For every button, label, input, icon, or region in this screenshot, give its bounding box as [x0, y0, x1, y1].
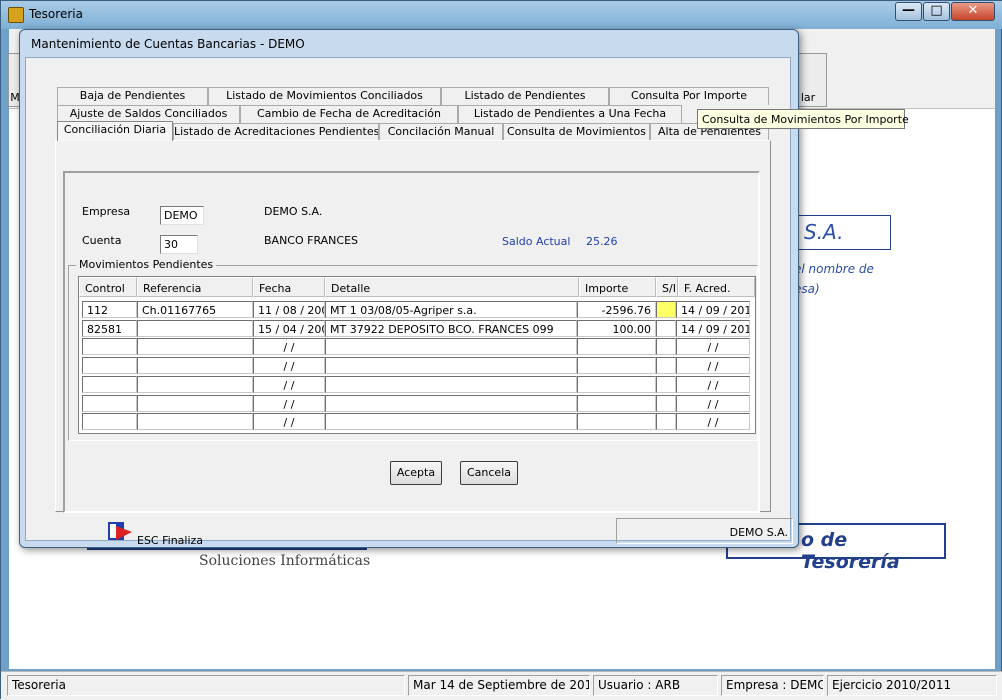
status-ejercicio: Ejercicio 2010/2011 — [827, 675, 997, 696]
cell-control[interactable] — [82, 357, 137, 375]
si-flag-cell[interactable] — [656, 319, 676, 337]
empresa-label: Empresa — [82, 205, 131, 218]
status-bar: Tesoreria Mar 14 de Septiembre de 2010 U… — [1, 671, 1002, 700]
maximize-button[interactable]: □ — [923, 2, 950, 21]
column-header-detalle[interactable]: Detalle — [325, 277, 579, 297]
cell-acred[interactable]: / / — [676, 357, 750, 375]
tab-listado-acreditaciones[interactable]: Listado de Acreditaciones Pendientes — [173, 123, 379, 141]
logo-subtitle: Soluciones Informáticas — [199, 553, 371, 569]
tab-conciliacion-diaria[interactable]: Conciliación Diaria — [57, 121, 173, 141]
column-header-si[interactable]: S/I — [656, 277, 678, 297]
cell-fecha[interactable]: / / — [253, 338, 325, 356]
close-button[interactable]: ✕ — [951, 2, 995, 21]
tab-baja-pendientes[interactable]: Baja de Pendientes — [57, 87, 208, 105]
cell-fecha[interactable]: / / — [253, 394, 325, 412]
hint-text: el nombre de esa) — [794, 259, 874, 299]
cell-referencia[interactable] — [137, 338, 253, 356]
cell-acred[interactable]: / / — [676, 394, 750, 412]
cell-importe[interactable] — [577, 375, 656, 393]
cell-detalle[interactable] — [325, 338, 577, 356]
cell-acred[interactable]: / / — [676, 338, 750, 356]
cell-referencia[interactable] — [137, 375, 253, 393]
movimientos-grid: Control Referencia Fecha Detalle Importe… — [78, 276, 756, 434]
cancel-button[interactable]: Cancela — [460, 461, 518, 485]
cell-fecha[interactable]: 11 / 08 / 2005 — [253, 301, 325, 318]
cell-detalle[interactable] — [325, 394, 577, 412]
status-empresa: Empresa : DEMO — [721, 675, 824, 696]
cell-acred[interactable]: 14 / 09 / 2010 — [676, 301, 750, 318]
si-flag-cell[interactable] — [656, 338, 676, 356]
cell-importe[interactable] — [577, 413, 656, 431]
accept-button[interactable]: Acepta — [390, 461, 442, 485]
cell-detalle[interactable] — [325, 375, 577, 393]
cell-acred[interactable]: / / — [676, 375, 750, 393]
cuenta-name: BANCO FRANCES — [264, 234, 359, 247]
cell-control[interactable]: 112 — [82, 301, 137, 318]
tab-listado-movimientos-conciliados[interactable]: Listado de Movimientos Conciliados — [208, 87, 441, 105]
tab-listado-pendientes[interactable]: Listado de Pendientes — [441, 87, 609, 105]
cell-fecha[interactable]: 15 / 04 / 2009 — [253, 319, 325, 337]
cell-fecha[interactable]: / / — [253, 413, 325, 431]
hint-text-line-1: el nombre de — [794, 262, 874, 276]
status-date: Mar 14 de Septiembre de 2010 — [408, 675, 590, 696]
empresa-input[interactable]: DEMO — [160, 206, 204, 225]
status-app: Tesoreria — [7, 675, 405, 696]
si-flag-cell[interactable] — [656, 394, 676, 412]
si-flag-cell[interactable] — [656, 357, 676, 375]
cell-detalle[interactable]: MT 1 03/08/05-Agriper s.a. — [325, 301, 577, 318]
column-header-f-acred[interactable]: F. Acred. — [678, 277, 755, 297]
cell-referencia[interactable] — [137, 413, 253, 431]
cell-importe[interactable]: -2596.76 — [577, 301, 656, 318]
main-window-title: Tesoreria — [29, 7, 83, 21]
cell-referencia[interactable] — [137, 357, 253, 375]
cell-referencia[interactable] — [137, 319, 253, 337]
cell-control[interactable] — [82, 338, 137, 356]
cell-acred[interactable]: / / — [676, 413, 750, 431]
cuenta-label: Cuenta — [82, 234, 122, 247]
cell-importe[interactable] — [577, 357, 656, 375]
esc-hint: ESC Finaliza — [137, 534, 204, 547]
cell-importe[interactable] — [577, 338, 656, 356]
empresa-name: DEMO S.A. — [264, 205, 323, 218]
dialog-title: Mantenimiento de Cuentas Bancarias - DEM… — [31, 37, 305, 51]
si-flag-cell[interactable] — [656, 301, 676, 318]
column-header-importe[interactable]: Importe — [579, 277, 656, 297]
cell-control[interactable] — [82, 413, 137, 431]
app-icon — [8, 7, 24, 23]
si-flag-cell[interactable] — [656, 413, 676, 431]
cell-fecha[interactable]: / / — [253, 375, 325, 393]
cell-acred[interactable]: 14 / 09 / 2010 — [676, 319, 750, 337]
cell-control[interactable]: 82581 — [82, 319, 137, 337]
cell-control[interactable] — [82, 375, 137, 393]
cuenta-input[interactable]: 30 — [160, 235, 198, 254]
company-footer: DEMO S.A. — [616, 518, 793, 544]
column-header-control[interactable]: Control — [79, 277, 137, 297]
cell-control[interactable] — [82, 394, 137, 412]
tab-tooltip: Consulta de Movimientos Por Importe — [697, 109, 909, 129]
tab-consulta-movimientos[interactable]: Consulta de Movimientos — [503, 123, 650, 141]
cell-detalle[interactable] — [325, 357, 577, 375]
cell-importe[interactable]: 100.00 — [577, 319, 656, 337]
cell-detalle[interactable] — [325, 413, 577, 431]
hint-text-line-2: esa) — [794, 282, 820, 296]
column-header-fecha[interactable]: Fecha — [253, 277, 325, 297]
cell-importe[interactable] — [577, 394, 656, 412]
saldo-actual-label: Saldo Actual — [502, 235, 571, 248]
minimize-button[interactable]: — — [895, 2, 922, 21]
esc-exit-icon — [108, 522, 132, 540]
movimientos-group-label: Movimientos Pendientes — [76, 258, 217, 271]
cell-referencia[interactable] — [137, 394, 253, 412]
status-user: Usuario : ARB — [593, 675, 718, 696]
tab-conciliacion-manual[interactable]: Concilación Manual — [379, 123, 503, 141]
main-title-bar[interactable]: Tesoreria — □ ✕ — [1, 1, 1002, 29]
cell-fecha[interactable]: / / — [253, 357, 325, 375]
tab-listado-pendientes-fecha[interactable]: Listado de Pendientes a Una Fecha — [458, 105, 682, 123]
saldo-actual-value: 25.26 — [586, 235, 618, 248]
cell-detalle[interactable]: MT 37922 DEPOSITO BCO. FRANCES 099 — [325, 319, 577, 337]
column-header-referencia[interactable]: Referencia — [137, 277, 253, 297]
si-flag-cell[interactable] — [656, 375, 676, 393]
tab-consulta-por-importe[interactable]: Consulta Por Importe — [609, 87, 769, 105]
tab-cambio-fecha-acreditacion[interactable]: Cambio de Fecha de Acreditación — [240, 105, 458, 123]
cell-referencia[interactable]: Ch.01167765 — [137, 301, 253, 318]
